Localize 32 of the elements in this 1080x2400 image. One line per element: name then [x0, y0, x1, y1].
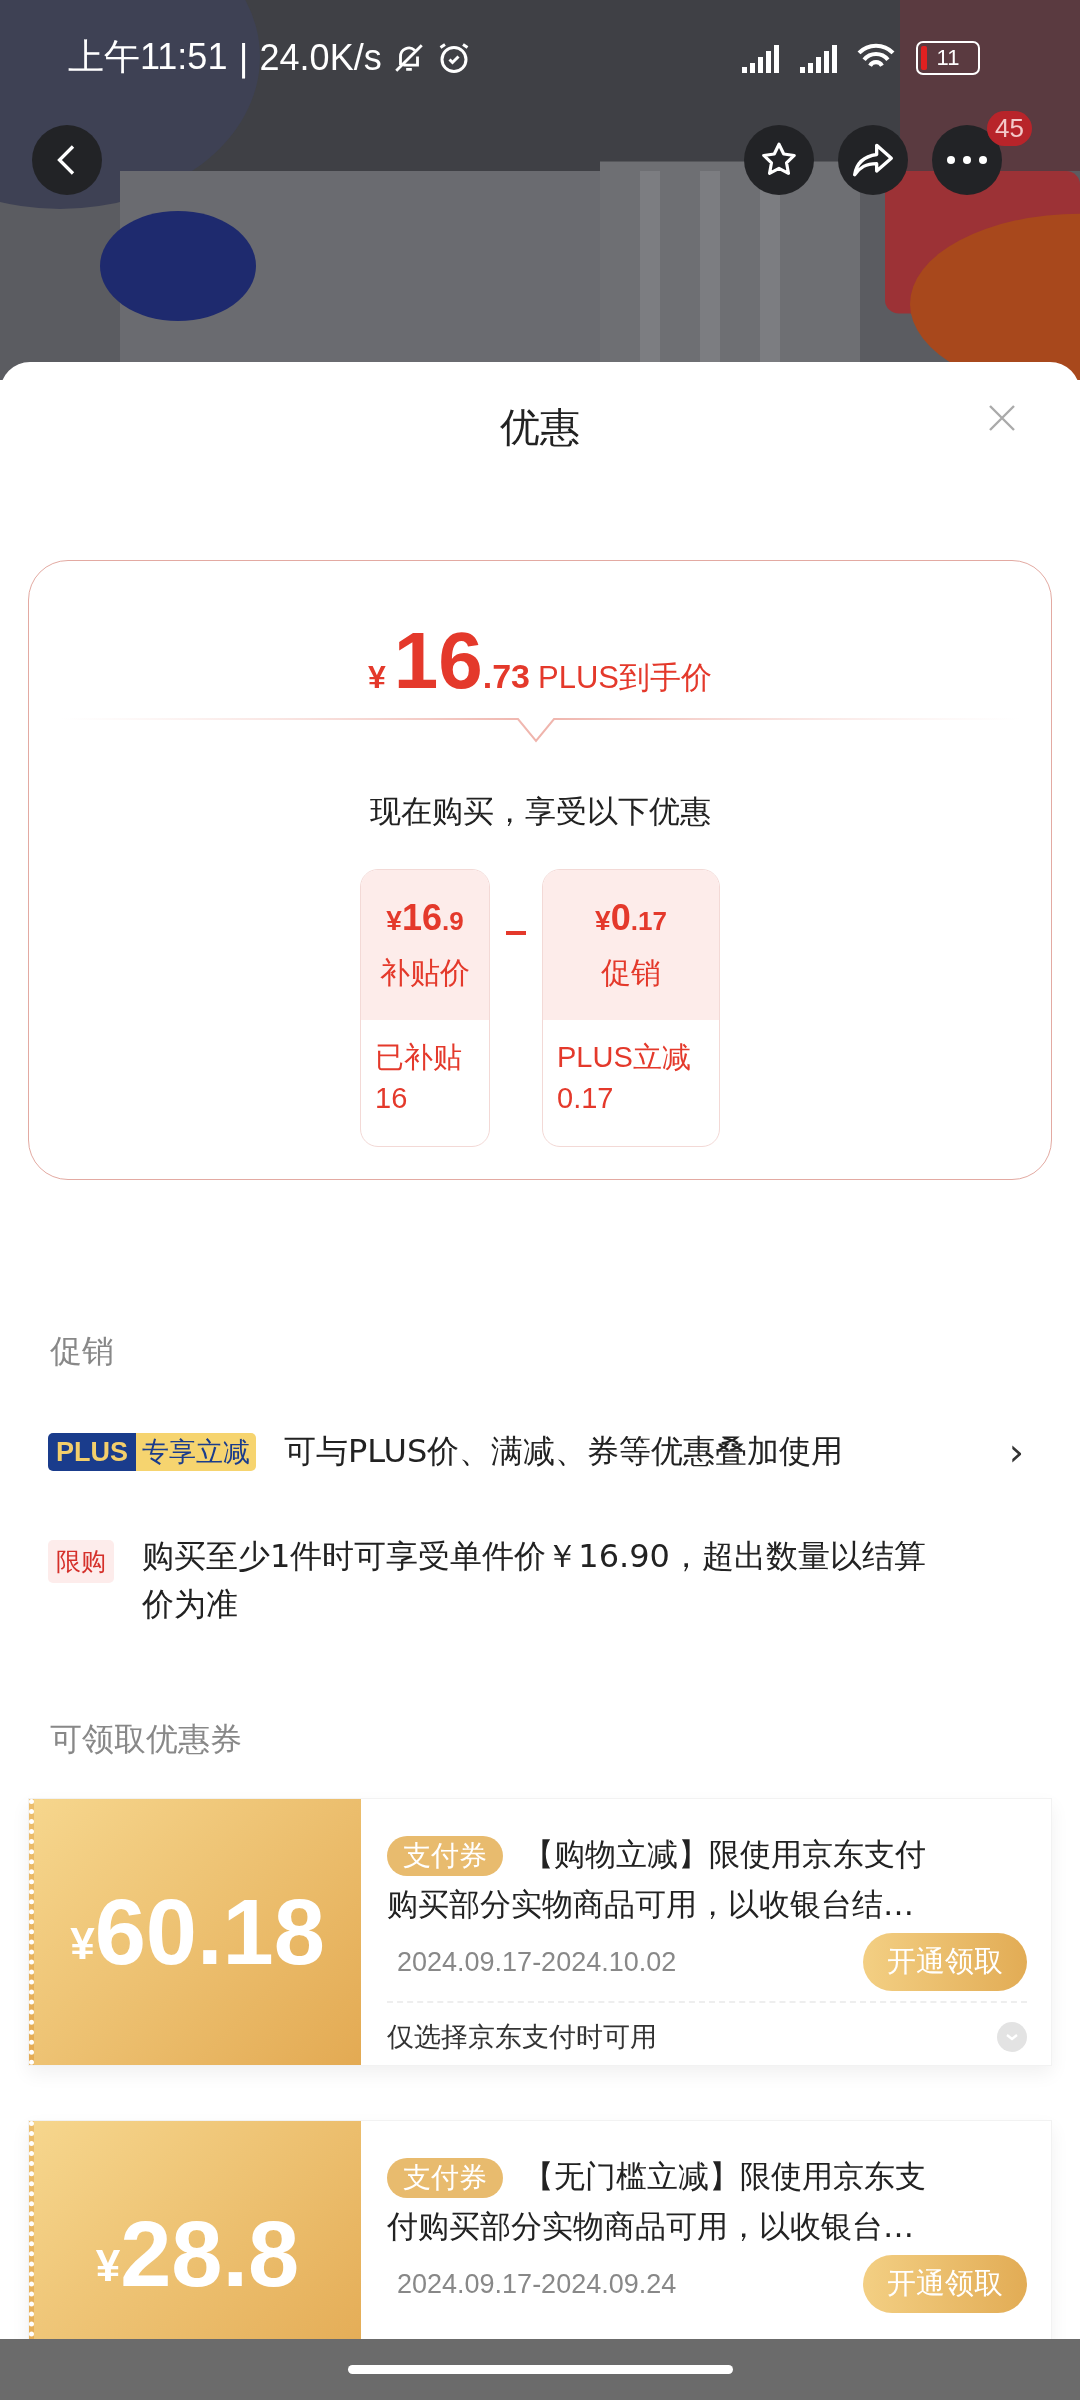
- part-note: PLUS立减: [557, 1040, 691, 1075]
- final-price: ¥16.73 PLUS到手价: [368, 615, 712, 707]
- intro-text: 现在购买，享受以下优惠: [369, 792, 711, 831]
- claim-button[interactable]: 开通领取: [863, 2255, 1027, 2313]
- network-speed: 24.0K/s: [259, 36, 382, 79]
- part-note-value: 16: [375, 1082, 408, 1115]
- minus-icon: [506, 931, 526, 935]
- chevron[interactable]: ›: [1008, 1430, 1024, 1474]
- part-amount: ¥0.17: [595, 896, 667, 939]
- part-label: 促销: [601, 953, 661, 992]
- claim-button[interactable]: 开通领取: [863, 1933, 1027, 1991]
- part-note: 已补贴: [375, 1040, 462, 1075]
- status-separator: |: [237, 37, 250, 78]
- share-icon: [851, 141, 895, 179]
- promo-text: 可与PLUS价、满减、券等优惠叠加使用: [284, 1431, 844, 1472]
- limit-tag: 限购: [48, 1540, 114, 1583]
- part-amount: ¥16.9: [386, 896, 464, 939]
- part-label: 补贴价: [380, 953, 470, 992]
- coupon-dates: 2024.09.17-2024.09.24: [396, 2268, 677, 2300]
- coupon-title: 支付券 【无门槛立减】限使用京东支付购买部分实物商品可用，以收银台…: [387, 2157, 927, 2246]
- promo-text: 购买至少1件时可享受单件价￥16.90，超出数量以结算价为准: [142, 1536, 927, 1625]
- status-time: 上午11:51: [68, 35, 228, 79]
- coupon-title: 支付券 【购物立减】限使用京东支付购买部分实物商品可用，以收银台结…: [387, 1835, 927, 1924]
- coupon-amount: ¥60.18: [29, 1799, 361, 2065]
- coupon-note: 仅选择京东支付时可用: [387, 2020, 657, 2054]
- section-heading: 促销: [49, 1331, 115, 1372]
- coupon-dates: 2024.09.17-2024.10.02: [396, 1946, 677, 1978]
- more-icon: [945, 155, 989, 165]
- sheet-title: 优惠: [500, 402, 580, 452]
- battery-icon: 11: [916, 40, 980, 75]
- section-heading: 可领取优惠券: [49, 1719, 243, 1760]
- part-note-value: 0.17: [557, 1082, 614, 1115]
